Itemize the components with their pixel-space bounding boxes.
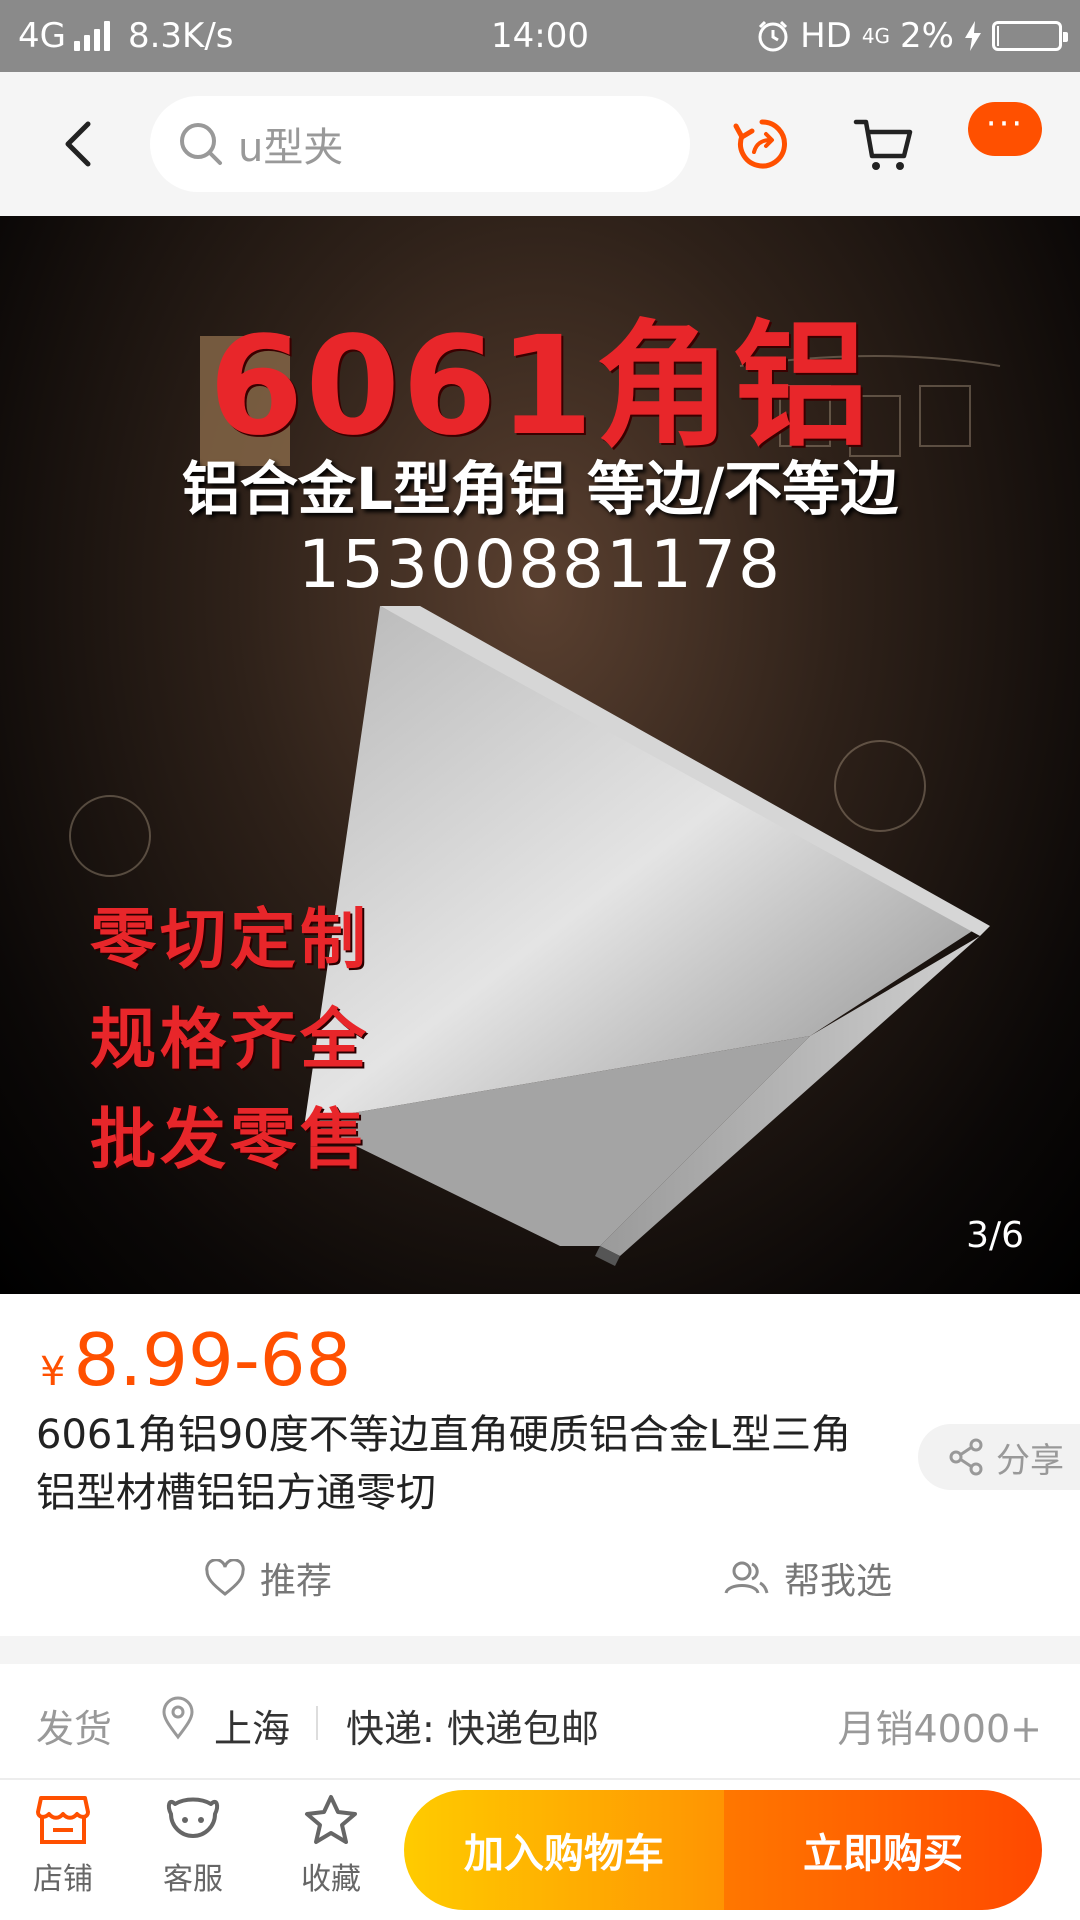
- location-pin-icon: [162, 1696, 194, 1740]
- monthly-sales: 月销4000+: [837, 1707, 1042, 1751]
- share-arrow-icon[interactable]: [730, 112, 794, 176]
- customer-service-tab[interactable]: 客服: [138, 1794, 248, 1898]
- search-input[interactable]: u型夹: [150, 96, 690, 192]
- hero-slogan: 规格齐全: [90, 1001, 370, 1078]
- more-menu-button[interactable]: ···: [968, 102, 1042, 156]
- shipping-row[interactable]: 发货 上海 快递: 快递包邮 月销4000+: [0, 1664, 1080, 1780]
- favorite-label: 收藏: [301, 1862, 361, 1897]
- hd-indicator: HD: [800, 16, 852, 56]
- price: ¥ 8.99-68: [40, 1318, 351, 1402]
- status-bar: 4G 8.3K/s 14:00 HD 4G 2%: [0, 0, 1080, 72]
- shop-icon: [36, 1796, 90, 1844]
- share-icon: [949, 1438, 983, 1476]
- star-icon: [305, 1795, 357, 1844]
- bottom-action-bar: 店铺 客服 收藏 加入购物车 立即购买: [0, 1780, 1080, 1920]
- shipping-label: 发货: [36, 1707, 113, 1751]
- alarm-icon: [758, 20, 788, 52]
- heart-icon: [205, 1559, 245, 1596]
- hero-slogan: 零切定制: [90, 901, 370, 978]
- add-to-cart-button[interactable]: 加入购物车: [404, 1790, 724, 1910]
- price-amount: 8.99-68: [73, 1318, 352, 1402]
- favorite-tab[interactable]: 收藏: [276, 1794, 386, 1898]
- battery-percent: 2%: [900, 16, 954, 56]
- section-divider: [0, 1636, 1080, 1664]
- customer-service-label: 客服: [163, 1862, 223, 1897]
- share-label: 分享: [996, 1440, 1064, 1481]
- buy-now-button[interactable]: 立即购买: [724, 1790, 1042, 1910]
- customer-service-icon: [166, 1797, 220, 1838]
- battery-fill: [997, 26, 999, 46]
- hero-phone: 15300881178: [298, 526, 782, 603]
- currency-symbol: ¥: [40, 1349, 66, 1395]
- product-image-carousel[interactable]: 6061角铝 铝合金L型角铝 等边/不等边 15300881178 零切定制 规…: [0, 216, 1080, 1294]
- product-title: 6061角铝90度不等边直角硬质铝合金L型三角铝型材槽铝铝方通零切: [36, 1412, 851, 1516]
- shipping-divider: [316, 1706, 318, 1740]
- help-choose-button[interactable]: 帮我选: [722, 1552, 892, 1604]
- nav-bar: u型夹 ···: [0, 72, 1080, 216]
- search-icon: [180, 123, 222, 165]
- status-right: HD 4G 2%: [756, 16, 1068, 56]
- back-icon[interactable]: [50, 112, 110, 176]
- hero-subtitle: 铝合金L型角铝 等边/不等边: [181, 455, 899, 523]
- shop-label: 店铺: [33, 1862, 93, 1897]
- recommend-button[interactable]: 推荐: [204, 1552, 332, 1604]
- help-choose-label: 帮我选: [784, 1561, 893, 1602]
- express-info: 快递: 快递包邮: [346, 1707, 599, 1751]
- hero-slogan: 批发零售: [90, 1101, 370, 1178]
- people-icon: [724, 1561, 769, 1594]
- search-placeholder: u型夹: [238, 125, 344, 171]
- hd-network: 4G: [861, 24, 891, 48]
- ship-from-city: 上海: [214, 1707, 291, 1751]
- cart-icon[interactable]: [852, 112, 916, 176]
- shop-tab[interactable]: 店铺: [8, 1794, 118, 1898]
- charging-icon: [965, 21, 981, 51]
- share-button[interactable]: 分享: [918, 1424, 1080, 1490]
- battery-icon: [992, 21, 1068, 51]
- image-counter: 3/6: [966, 1215, 1024, 1256]
- recommend-label: 推荐: [260, 1561, 333, 1602]
